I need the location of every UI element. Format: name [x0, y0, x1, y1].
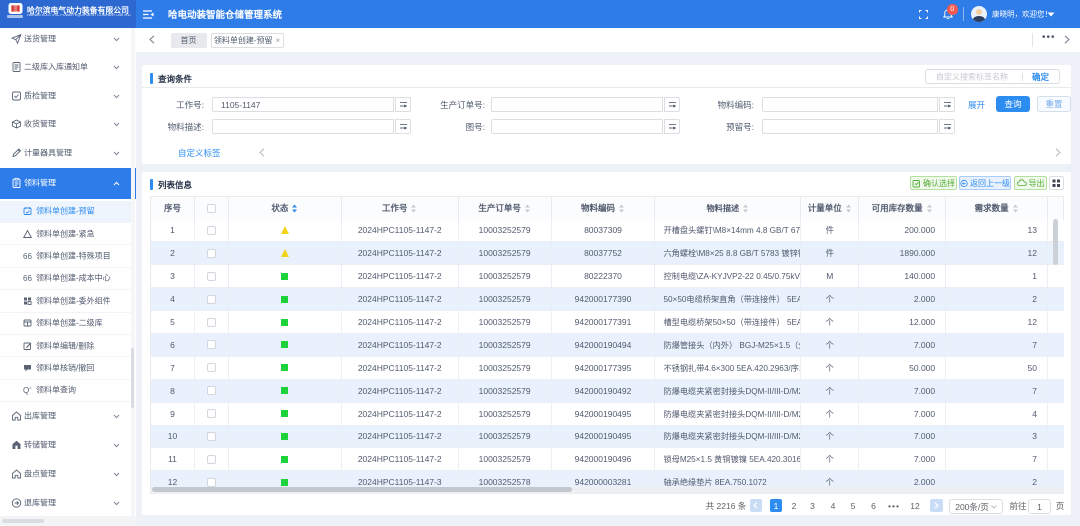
svg-text:66: 66	[23, 274, 32, 282]
svg-text:º: º	[30, 387, 32, 393]
svg-text:Q: Q	[23, 386, 29, 395]
svg-text:66: 66	[23, 252, 32, 260]
